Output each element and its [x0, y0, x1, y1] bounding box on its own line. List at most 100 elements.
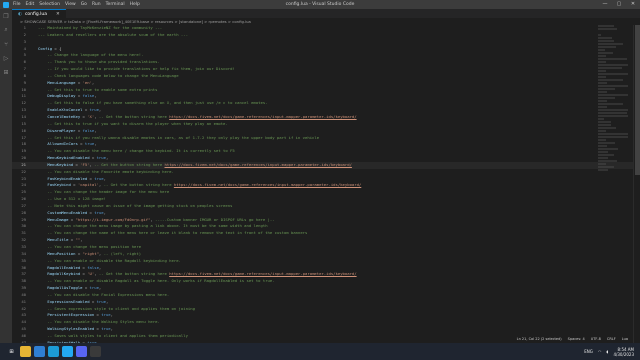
code-line[interactable]: 6 -- Thank you to those who provided tra… — [12, 59, 640, 66]
line-number: 20 — [21, 155, 26, 161]
code-line[interactable]: 23 FavKeybindEnabled = true, — [12, 176, 640, 183]
menu-file[interactable]: File — [13, 0, 21, 9]
editor-scrollbar[interactable] — [633, 25, 640, 343]
file-explorer-icon[interactable] — [20, 346, 31, 357]
code-line[interactable]: 9 MenuLanguage = 'en', — [12, 80, 640, 87]
browser-icon[interactable] — [34, 346, 45, 357]
wifi-icon[interactable]: ◠ — [598, 349, 602, 354]
code-line[interactable]: 7 -- If you would like to provide transl… — [12, 66, 640, 73]
line-number: 28 — [21, 209, 26, 215]
code-line[interactable]: 3 — [12, 39, 640, 46]
code-line[interactable]: 4 Config = { — [12, 46, 640, 53]
clock[interactable]: 8:54 AM 4/30/2023 — [613, 347, 634, 357]
minimap-row — [598, 124, 612, 126]
code-line[interactable]: 36 RagdollEnabled = false, — [12, 265, 640, 272]
code-line[interactable]: 16 DisarmPlayer = false, — [12, 128, 640, 135]
line-number: 33 — [21, 244, 26, 249]
code-line[interactable]: 29 MenuImage = "https://i.imgur.com/Fd0n… — [12, 217, 640, 224]
menu-help[interactable]: Help — [130, 0, 140, 9]
code-line[interactable]: 27 -- Note this might cause an issue of … — [12, 203, 640, 210]
code-line[interactable]: 1 --- Maintained by TayMcKenzieNZ for the… — [12, 25, 640, 32]
code-line[interactable]: 38 -- You can enable or disable Ragdoll … — [12, 278, 640, 285]
breadcrumb[interactable]: > SHOWCASE SERVER > txData > [FiveM-Fram… — [12, 18, 640, 25]
code-line[interactable]: 37 RagdollKeybind = 'U', -- Get the butt… — [12, 271, 640, 278]
code-line[interactable]: 24 FavKeybind = 'capital', -- Get the bu… — [12, 182, 640, 189]
line-number: 46 — [21, 332, 26, 338]
line-code: MenuImage = "https://i.imgur.com/Fd0nrp.… — [38, 216, 275, 222]
line-code: -- Check languages code below to change … — [38, 72, 179, 78]
code-line[interactable]: 20 MenuKeybindEnabled = true, — [12, 155, 640, 162]
minimap-row — [598, 118, 604, 120]
search-icon[interactable]: ⌕ — [0, 23, 12, 37]
minimap[interactable] — [598, 25, 628, 325]
menu-go[interactable]: Go — [81, 0, 87, 9]
code-line[interactable]: 17 -- Set this if you really wanna disab… — [12, 135, 640, 142]
code-line[interactable]: 44 -- You can disable the Walking Styles… — [12, 319, 640, 326]
code-line[interactable]: 11 DebugDisplay = false, — [12, 93, 640, 100]
menu-view[interactable]: View — [65, 0, 76, 9]
edge-icon[interactable] — [48, 346, 59, 357]
minimap-row — [598, 157, 608, 159]
run-debug-icon[interactable]: ▷ — [0, 51, 12, 65]
code-line[interactable]: 43 PersistentExpression = true, — [12, 312, 640, 319]
code-line[interactable]: 14 CancelEmoteKey = 'X', -- Get the butt… — [12, 114, 640, 121]
code-editor[interactable]: 1 --- Maintained by TayMcKenzieNZ for the… — [12, 25, 640, 343]
code-line[interactable]: 8 -- Check languages code below to chang… — [12, 73, 640, 80]
code-line[interactable]: 31 -- You can change the name of the men… — [12, 230, 640, 237]
code-line[interactable]: 34 MenuPosition = "right", -- (left, rig… — [12, 251, 640, 258]
code-line[interactable]: 25 -- You can change the header image fo… — [12, 189, 640, 196]
explorer-icon[interactable]: ❐ — [0, 9, 12, 23]
code-line[interactable]: 5 -- Change the language of the menu her… — [12, 52, 640, 59]
windows-start-icon[interactable]: ⊞ — [6, 346, 17, 357]
line-number: 23 — [21, 175, 26, 181]
code-line[interactable]: 33 -- You can change the menu position h… — [12, 244, 640, 251]
code-line[interactable]: 41 ExpressionsEnabled = true, — [12, 299, 640, 306]
menu-run[interactable]: Run — [92, 0, 101, 9]
terminal-icon[interactable] — [90, 346, 101, 357]
code-line[interactable]: 28 CustomMenuEnabled = true, — [12, 210, 640, 217]
code-line[interactable]: 40 -- You can disable the Facial Express… — [12, 292, 640, 299]
code-line[interactable]: 19 -- You can disable the menu here / ch… — [12, 148, 640, 155]
minimize-icon[interactable]: — — [598, 0, 612, 9]
scroll-thumb[interactable] — [635, 25, 640, 175]
volume-icon[interactable]: ◖ — [606, 349, 608, 354]
code-line[interactable]: 42 -- Saves expression style to client a… — [12, 306, 640, 313]
line-code: -- You can disable the Facial Expression… — [38, 291, 170, 297]
extensions-icon[interactable]: ⊞ — [0, 65, 12, 79]
tab-config-lua[interactable]: ◐ config.lua ✕ — [12, 9, 66, 18]
code-line[interactable]: 21 MenuKeybind = 'F5', -- Get the button… — [12, 161, 640, 169]
code-line[interactable]: 13 EnableXtoCancel = true, — [12, 107, 640, 114]
line-code: -- You can disable the Favorite emote ke… — [38, 168, 174, 174]
language-indicator[interactable]: ENG — [584, 349, 593, 354]
line-number: 42 — [21, 305, 26, 311]
vscode-icon[interactable] — [62, 346, 73, 357]
code-line[interactable]: 35 -- You can enable or disable the Ragd… — [12, 258, 640, 265]
code-line[interactable]: 12 -- Set this to false if you have some… — [12, 100, 640, 107]
code-line[interactable]: 15 -- Set this to true if you want to di… — [12, 121, 640, 128]
line-code: -- Saves expression style to client and … — [38, 305, 195, 311]
minimap-row — [598, 103, 623, 105]
discord-icon[interactable] — [76, 346, 87, 357]
line-number: 27 — [21, 202, 26, 208]
source-control-icon[interactable]: ⑂ — [0, 37, 12, 51]
line-number: 11 — [21, 93, 26, 99]
code-line[interactable]: 39 RagdollAsToggle = true, — [12, 285, 640, 292]
minimap-row — [598, 79, 624, 81]
code-line[interactable]: 2 --- Leakers and resellers are the absol… — [12, 32, 640, 39]
menu-terminal[interactable]: Terminal — [106, 0, 125, 9]
code-line[interactable]: 45 WalkingStylesEnabled = true, — [12, 326, 640, 333]
minimap-row — [598, 106, 607, 108]
minimap-row — [598, 28, 618, 30]
code-line[interactable]: 22 -- You can disable the Favorite emote… — [12, 169, 640, 176]
line-number: 29 — [21, 216, 26, 222]
code-line[interactable]: 30 -- You can change the menu image by p… — [12, 223, 640, 230]
maximize-icon[interactable]: ▢ — [612, 0, 626, 9]
code-line[interactable]: 32 MenuTitle = "", — [12, 237, 640, 244]
menu-edit[interactable]: Edit — [26, 0, 35, 9]
close-icon[interactable]: ✕ — [626, 0, 640, 9]
line-number: 40 — [21, 291, 26, 297]
code-line[interactable]: 10 -- Set this to true to enable some ex… — [12, 87, 640, 94]
code-line[interactable]: 18 AllowedInCars = true, — [12, 141, 640, 148]
menu-selection[interactable]: Selection — [39, 0, 60, 9]
code-line[interactable]: 26 -- Use a 512 x 128 image! — [12, 196, 640, 203]
